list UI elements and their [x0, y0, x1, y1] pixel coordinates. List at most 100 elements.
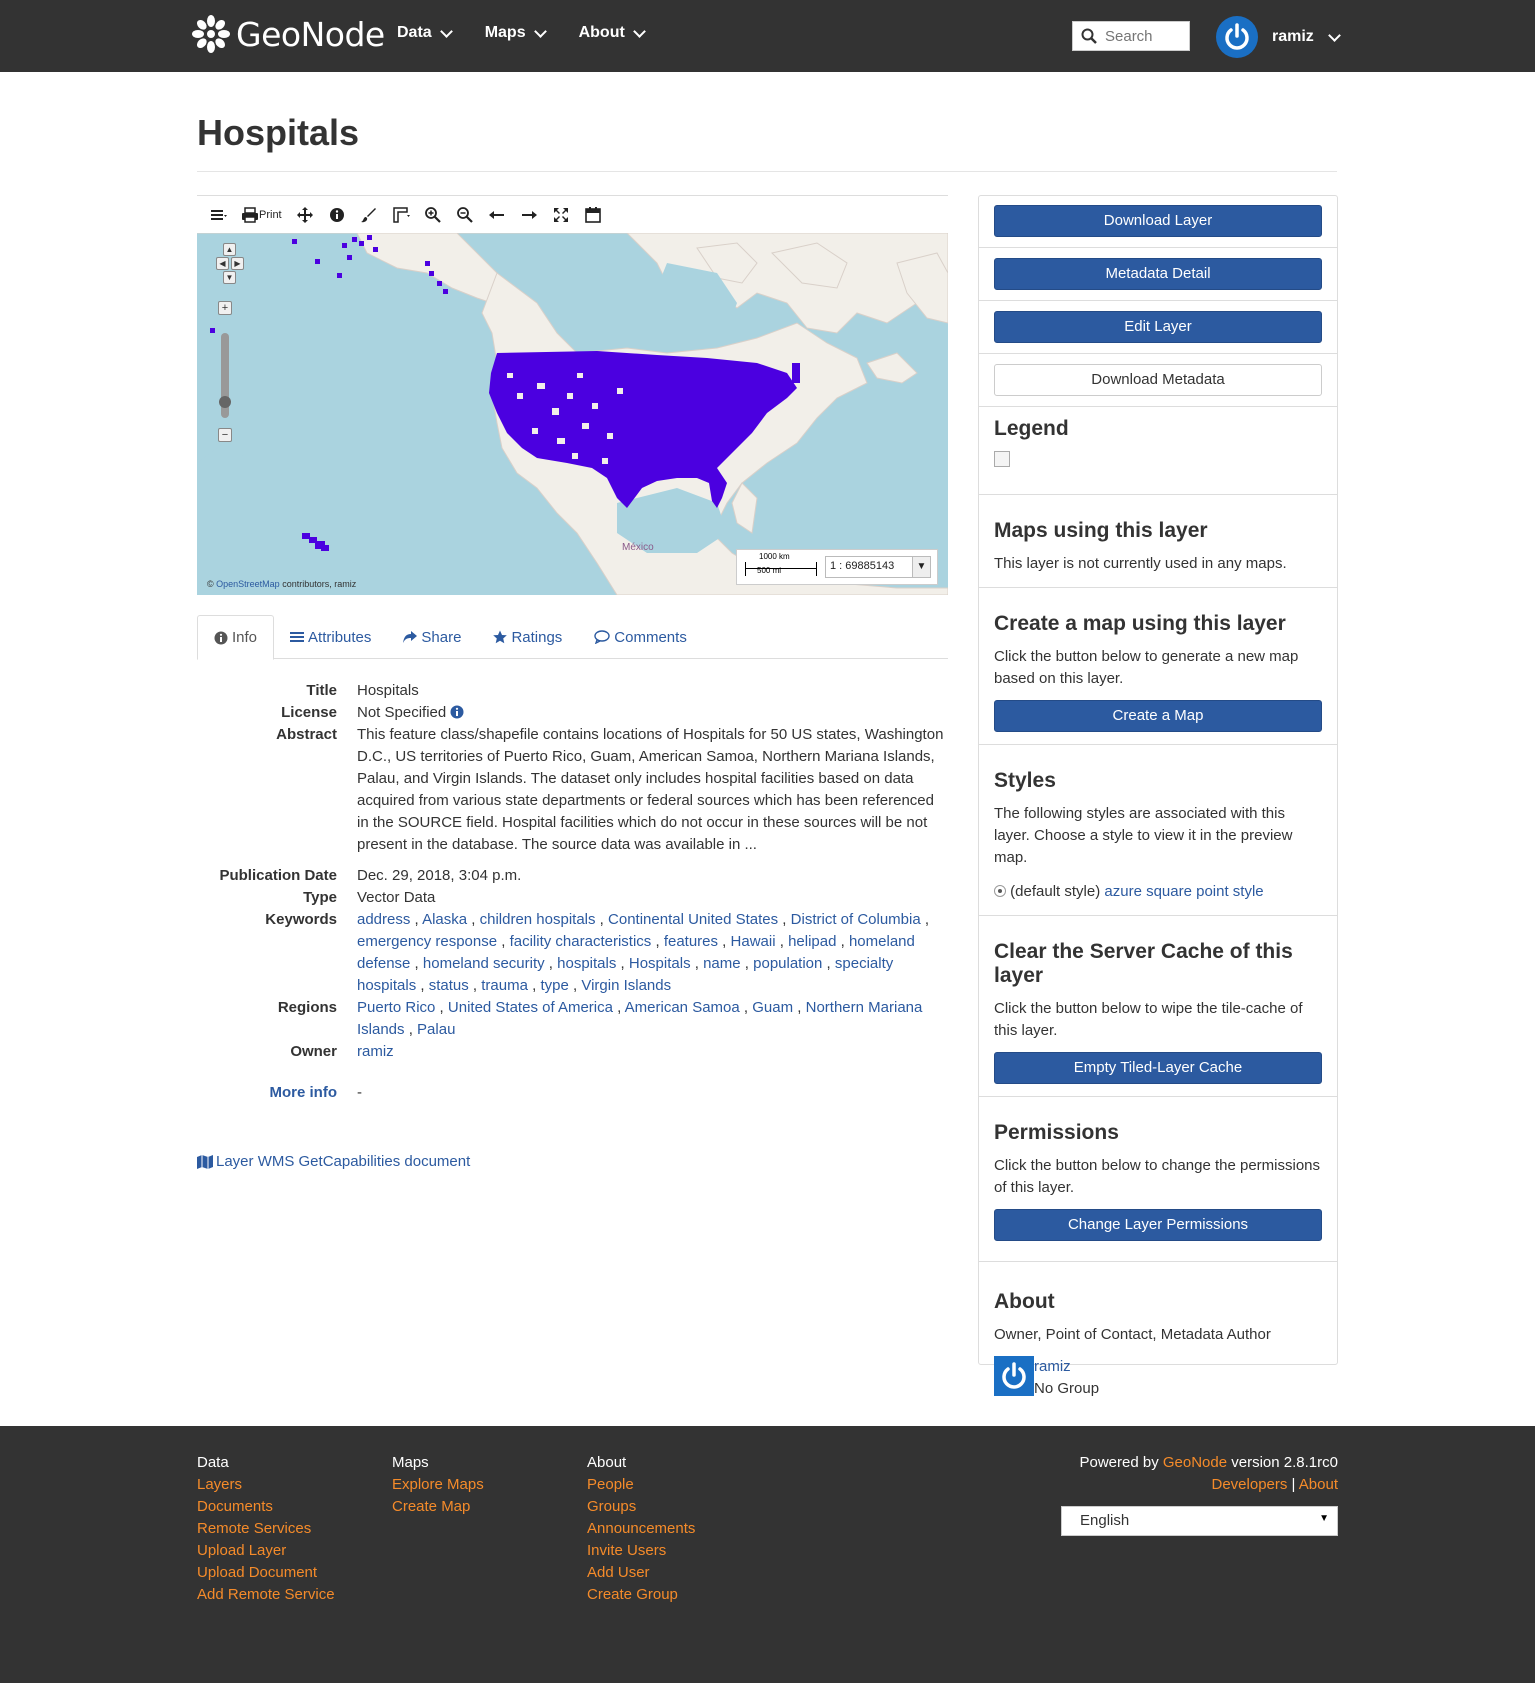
keyword-link[interactable]: helipad [788, 933, 836, 950]
region-link[interactable]: United States of America [448, 999, 613, 1016]
footer-link[interactable]: Announcements [587, 1518, 695, 1540]
footer-about-heading: About [587, 1454, 627, 1471]
region-link[interactable]: Palau [417, 1021, 455, 1038]
more-info-link[interactable]: More info [270, 1084, 338, 1101]
footer-about-link[interactable]: About [1299, 1476, 1338, 1493]
zoom-out-button[interactable] [456, 206, 474, 224]
style-radio[interactable] [994, 885, 1006, 897]
info-circle-icon[interactable] [450, 705, 464, 719]
pan-down-button[interactable]: ▼ [223, 271, 236, 284]
tab-ratings[interactable]: Ratings [477, 615, 578, 659]
region-link[interactable]: Guam [752, 999, 793, 1016]
measure-button[interactable] [392, 206, 410, 224]
keyword-link[interactable]: hospitals [557, 955, 616, 972]
map-viewer[interactable]: ▲ ◀ ▶ ▼ + − México © OpenStreetMap contr… [197, 233, 948, 595]
create-map-button[interactable]: Create a Map [994, 700, 1322, 732]
footer-link[interactable]: People [587, 1474, 695, 1496]
region-link[interactable]: American Samoa [625, 999, 740, 1016]
about-user: ramiz No Group [994, 1356, 1322, 1400]
owner-link[interactable]: ramiz [357, 1043, 394, 1060]
zoom-in-map-button[interactable]: + [218, 301, 232, 315]
zoom-slider-handle[interactable] [219, 396, 231, 408]
user-menu[interactable]: ramiz [1216, 16, 1341, 58]
create-map-heading: Create a map using this layer [994, 612, 1286, 635]
footer-link[interactable]: Upload Document [197, 1562, 335, 1584]
footer-link[interactable]: Create Group [587, 1584, 695, 1606]
keyword-link[interactable]: Alaska [422, 911, 467, 928]
zoom-extent-button[interactable] [552, 206, 570, 224]
keyword-link[interactable]: status [429, 977, 469, 994]
keyword-link[interactable]: features [664, 933, 718, 950]
scale-select[interactable]: 1 : 69885143 ▼ [825, 556, 931, 578]
osm-link[interactable]: OpenStreetMap [216, 579, 280, 589]
tab-comments[interactable]: Comments [578, 615, 703, 659]
keyword-link[interactable]: trauma [481, 977, 528, 994]
footer-link[interactable]: Invite Users [587, 1540, 695, 1562]
empty-cache-button[interactable]: Empty Tiled-Layer Cache [994, 1052, 1322, 1084]
scale-value: 1 : 69885143 [830, 560, 895, 572]
footer-link[interactable]: Add Remote Service [197, 1584, 335, 1606]
region-link[interactable]: Puerto Rico [357, 999, 435, 1016]
pubdate-value: Dec. 29, 2018, 3:04 p.m. [357, 867, 522, 884]
keyword-link[interactable]: Hospitals [629, 955, 691, 972]
keyword-link[interactable]: Virgin Islands [581, 977, 671, 994]
map-icon [197, 1154, 213, 1169]
keyword-link[interactable]: address [357, 911, 410, 928]
search-input[interactable] [1105, 27, 1187, 45]
footer-link[interactable]: Add User [587, 1562, 695, 1584]
keyword-link[interactable]: emergency response [357, 933, 497, 950]
identify-button[interactable] [328, 206, 346, 224]
style-link[interactable]: azure square point style [1104, 883, 1263, 900]
metadata-detail-button[interactable]: Metadata Detail [994, 258, 1322, 290]
tab-info[interactable]: Info [197, 615, 275, 660]
history-forward-button[interactable] [520, 206, 538, 224]
footer-link[interactable]: Documents [197, 1496, 335, 1518]
about-user-link[interactable]: ramiz [1034, 1356, 1099, 1378]
keyword-link[interactable]: Continental United States [608, 911, 778, 928]
nav-maps[interactable]: Maps [485, 24, 547, 42]
tab-attributes[interactable]: Attributes [274, 615, 387, 659]
tab-share[interactable]: Share [387, 615, 477, 659]
edit-layer-button[interactable]: Edit Layer [994, 311, 1322, 343]
avatar[interactable] [994, 1356, 1034, 1396]
footer-link[interactable]: Explore Maps [392, 1474, 484, 1496]
nav-about[interactable]: About [579, 24, 646, 42]
geonode-logo[interactable]: GeoNode [190, 12, 385, 56]
zoom-out-map-button[interactable]: − [218, 428, 232, 442]
footer-link[interactable]: Groups [587, 1496, 695, 1518]
zoom-in-button[interactable] [424, 206, 442, 224]
keyword-link[interactable]: children hospitals [480, 911, 596, 928]
copyright-symbol: © [207, 579, 214, 589]
wms-capabilities-link[interactable]: Layer WMS GetCapabilities document [197, 1153, 470, 1170]
layers-menu-button[interactable] [209, 206, 227, 224]
style-option[interactable]: (default style) azure square point style [994, 881, 1322, 903]
keyword-link[interactable]: Hawaii [731, 933, 776, 950]
change-permissions-button[interactable]: Change Layer Permissions [994, 1209, 1322, 1241]
info-row-license: License Not Specified [197, 702, 948, 724]
keyword-link[interactable]: District of Columbia [791, 911, 921, 928]
keyword-link[interactable]: type [540, 977, 568, 994]
footer-link[interactable]: Remote Services [197, 1518, 335, 1540]
history-back-button[interactable] [488, 206, 506, 224]
download-metadata-button[interactable]: Download Metadata [994, 364, 1322, 396]
pan-left-button[interactable]: ◀ [216, 257, 229, 270]
keyword-link[interactable]: homeland security [423, 955, 545, 972]
keyword-link[interactable]: population [753, 955, 822, 972]
keyword-link[interactable]: facility characteristics [510, 933, 652, 950]
language-select[interactable]: English ▼ [1061, 1506, 1338, 1536]
pan-right-button[interactable]: ▶ [231, 257, 244, 270]
keyword-link[interactable]: name [703, 955, 741, 972]
pan-tool-button[interactable] [296, 206, 314, 224]
permissions-section: Permissions Click the button below to ch… [979, 1097, 1337, 1262]
download-layer-button[interactable]: Download Layer [994, 205, 1322, 237]
footer-link[interactable]: Upload Layer [197, 1540, 335, 1562]
footer-link[interactable]: Layers [197, 1474, 335, 1496]
style-button[interactable] [360, 206, 378, 224]
footer-link[interactable]: Create Map [392, 1496, 484, 1518]
pan-up-button[interactable]: ▲ [223, 243, 236, 256]
timeline-button[interactable] [584, 206, 602, 224]
developers-link[interactable]: Developers [1212, 1476, 1288, 1493]
print-button[interactable]: Print [241, 206, 282, 224]
geonode-link[interactable]: GeoNode [1163, 1454, 1227, 1471]
nav-data[interactable]: Data [397, 24, 453, 42]
